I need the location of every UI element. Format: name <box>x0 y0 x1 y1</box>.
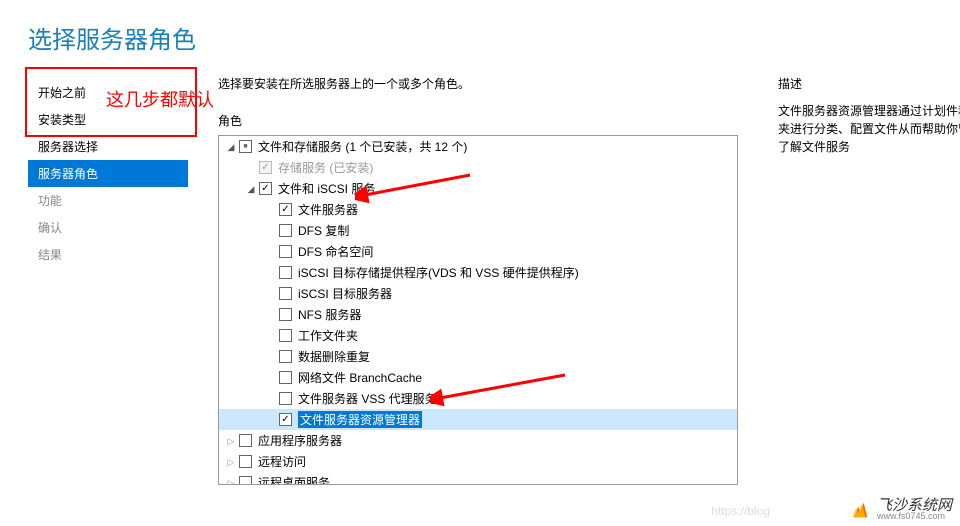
tree-label[interactable]: 文件服务器 VSS 代理服务 <box>298 390 437 407</box>
tree-label[interactable]: NFS 服务器 <box>298 306 361 323</box>
tree-label[interactable]: 网络文件 BranchCache <box>298 369 422 386</box>
expand-caret-icon[interactable] <box>225 141 237 153</box>
tree-row[interactable]: 远程访问 <box>219 451 737 472</box>
checkbox[interactable] <box>239 434 252 447</box>
checkbox[interactable] <box>279 287 292 300</box>
checkbox[interactable] <box>279 329 292 342</box>
tree-row[interactable]: NFS 服务器 <box>219 304 737 325</box>
tree-label[interactable]: 工作文件夹 <box>298 327 358 344</box>
blog-watermark: https://blog <box>711 504 770 518</box>
expand-caret-icon[interactable] <box>225 435 237 447</box>
checkbox <box>259 161 272 174</box>
tree-row[interactable]: 文件服务器资源管理器 <box>219 409 737 430</box>
checkbox[interactable] <box>279 245 292 258</box>
tree-label[interactable]: DFS 命名空间 <box>298 243 373 260</box>
annotation-text: 这几步都默认 <box>106 86 214 112</box>
nav-server-roles[interactable]: 服务器角色 <box>28 160 188 187</box>
nav-confirm: 确认 <box>28 214 188 241</box>
page-title: 选择服务器角色 <box>0 0 960 75</box>
tree-label[interactable]: 文件和存储服务 (1 个已安装，共 12 个) <box>258 138 467 155</box>
expand-caret-icon[interactable] <box>225 477 237 486</box>
tree-label[interactable]: 存储服务 (已安装) <box>278 159 373 176</box>
tree-label[interactable]: iSCSI 目标服务器 <box>298 285 392 302</box>
checkbox[interactable] <box>279 371 292 384</box>
tree-row[interactable]: 存储服务 (已安装) <box>219 157 737 178</box>
checkbox[interactable] <box>239 455 252 468</box>
checkbox[interactable] <box>279 350 292 363</box>
tree-row[interactable]: 网络文件 BranchCache <box>219 367 737 388</box>
watermark-url: www.fs0745.com <box>877 512 952 522</box>
tree-row[interactable]: 应用程序服务器 <box>219 430 737 451</box>
checkbox[interactable] <box>279 308 292 321</box>
tree-row[interactable]: 数据删除重复 <box>219 346 737 367</box>
tree-label[interactable]: 远程桌面服务 <box>258 474 330 485</box>
checkbox[interactable] <box>259 182 272 195</box>
tree-label[interactable]: 应用程序服务器 <box>258 432 342 449</box>
tree-label[interactable]: 数据删除重复 <box>298 348 370 365</box>
checkbox[interactable] <box>239 140 252 153</box>
expand-caret-icon[interactable] <box>245 183 257 195</box>
roles-heading: 角色 <box>218 112 738 129</box>
checkbox[interactable] <box>279 224 292 237</box>
tree-label[interactable]: DFS 复制 <box>298 222 349 239</box>
tree-row[interactable]: 文件和存储服务 (1 个已安装，共 12 个) <box>219 136 737 157</box>
tree-row[interactable]: 文件服务器 <box>219 199 737 220</box>
tree-label[interactable]: 文件和 iSCSI 服务 <box>278 180 375 197</box>
instruction-text: 选择要安装在所选服务器上的一个或多个角色。 <box>218 75 738 92</box>
description-heading: 描述 <box>778 75 960 92</box>
roles-tree[interactable]: 文件和存储服务 (1 个已安装，共 12 个) 存储服务 (已安装) 文件和 iSC… <box>218 135 738 485</box>
tree-row[interactable]: DFS 命名空间 <box>219 241 737 262</box>
nav-features: 功能 <box>28 187 188 214</box>
tree-row[interactable]: DFS 复制 <box>219 220 737 241</box>
tree-row[interactable]: 文件服务器 VSS 代理服务 <box>219 388 737 409</box>
tree-label[interactable]: iSCSI 目标存储提供程序(VDS 和 VSS 硬件提供程序) <box>298 264 579 281</box>
description-text: 文件服务器资源管理器通过计划件和文件夹进行分类、配置文件从而帮助你管理和了解文件… <box>778 102 960 156</box>
tree-label[interactable]: 文件服务器资源管理器 <box>298 411 422 428</box>
tree-row[interactable]: iSCSI 目标服务器 <box>219 283 737 304</box>
checkbox[interactable] <box>279 392 292 405</box>
flame-icon <box>849 499 871 521</box>
tree-label[interactable]: 远程访问 <box>258 453 306 470</box>
checkbox[interactable] <box>239 476 252 485</box>
tree-row[interactable]: 远程桌面服务 <box>219 472 737 485</box>
site-watermark: 飞沙系统网 www.fs0745.com <box>849 498 952 522</box>
tree-row[interactable]: iSCSI 目标存储提供程序(VDS 和 VSS 硬件提供程序) <box>219 262 737 283</box>
tree-label[interactable]: 文件服务器 <box>298 201 358 218</box>
checkbox[interactable] <box>279 413 292 426</box>
nav-server-select[interactable]: 服务器选择 <box>28 133 188 160</box>
nav-result: 结果 <box>28 241 188 268</box>
expand-caret-icon[interactable] <box>225 456 237 468</box>
checkbox[interactable] <box>279 203 292 216</box>
tree-row[interactable]: 文件和 iSCSI 服务 <box>219 178 737 199</box>
checkbox[interactable] <box>279 266 292 279</box>
tree-row[interactable]: 工作文件夹 <box>219 325 737 346</box>
